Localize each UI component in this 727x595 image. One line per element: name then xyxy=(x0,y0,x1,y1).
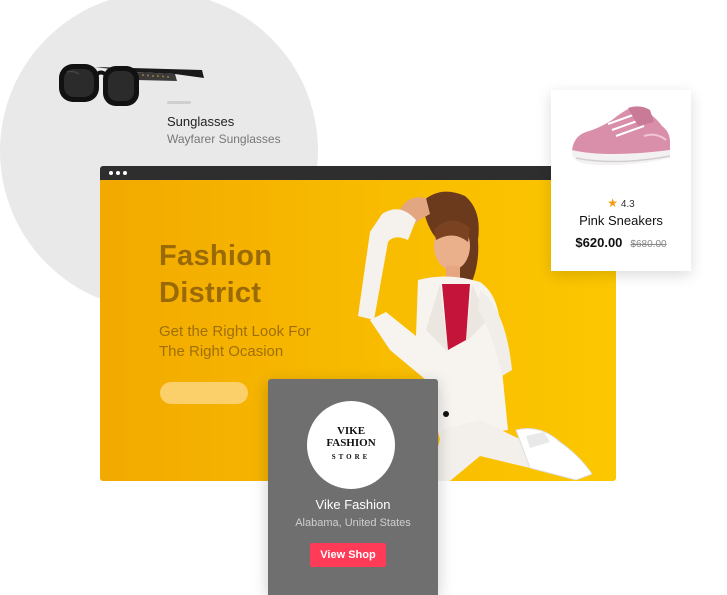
product-price: $620.00 xyxy=(575,235,623,250)
product-title: Pink Sneakers xyxy=(579,213,663,228)
browser-title-bar xyxy=(100,166,616,180)
product-old-price: $680.00 xyxy=(630,239,667,250)
store-card: VIKE FASHION STORE Vike Fashion Alabama,… xyxy=(268,379,438,595)
sunglasses-subtitle: Wayfarer Sunglasses xyxy=(167,132,281,146)
logo-text-line2: FASHION xyxy=(326,437,376,449)
window-dot-icon xyxy=(109,171,113,175)
view-shop-button[interactable]: View Shop xyxy=(310,543,386,567)
sunglasses-divider xyxy=(167,101,191,104)
store-logo: VIKE FASHION STORE xyxy=(307,401,395,489)
hero-title: Fashion District xyxy=(159,238,272,312)
logo-text-line3: STORE xyxy=(331,453,371,461)
store-name: Vike Fashion xyxy=(315,497,391,512)
hero-cta-button[interactable] xyxy=(160,382,248,404)
sunglasses-title: Sunglasses xyxy=(167,114,235,129)
hero-subtitle: Get the Right Look For The Right Ocasion xyxy=(159,322,311,362)
hero-title-line1: Fashion xyxy=(159,240,273,272)
hero-title-line2: District xyxy=(159,277,262,309)
product-card[interactable]: ★ 4.3 Pink Sneakers $620.00 $680.00 xyxy=(551,90,691,271)
hero-subtitle-line1: Get the Right Look For xyxy=(159,323,311,340)
window-dot-icon xyxy=(123,171,127,175)
store-location: Alabama, United States xyxy=(295,517,411,529)
sneaker-image xyxy=(572,106,671,166)
window-dot-icon xyxy=(116,171,120,175)
product-price-row: $620.00 $680.00 xyxy=(551,234,691,252)
hero-subtitle-line2: The Right Ocasion xyxy=(159,343,284,360)
product-rating: ★ 4.3 xyxy=(551,196,691,210)
carousel-indicator-dot[interactable] xyxy=(443,411,449,417)
logo-text-line1: VIKE xyxy=(336,425,366,437)
star-icon: ★ xyxy=(607,196,619,210)
rating-value: 4.3 xyxy=(620,199,635,210)
